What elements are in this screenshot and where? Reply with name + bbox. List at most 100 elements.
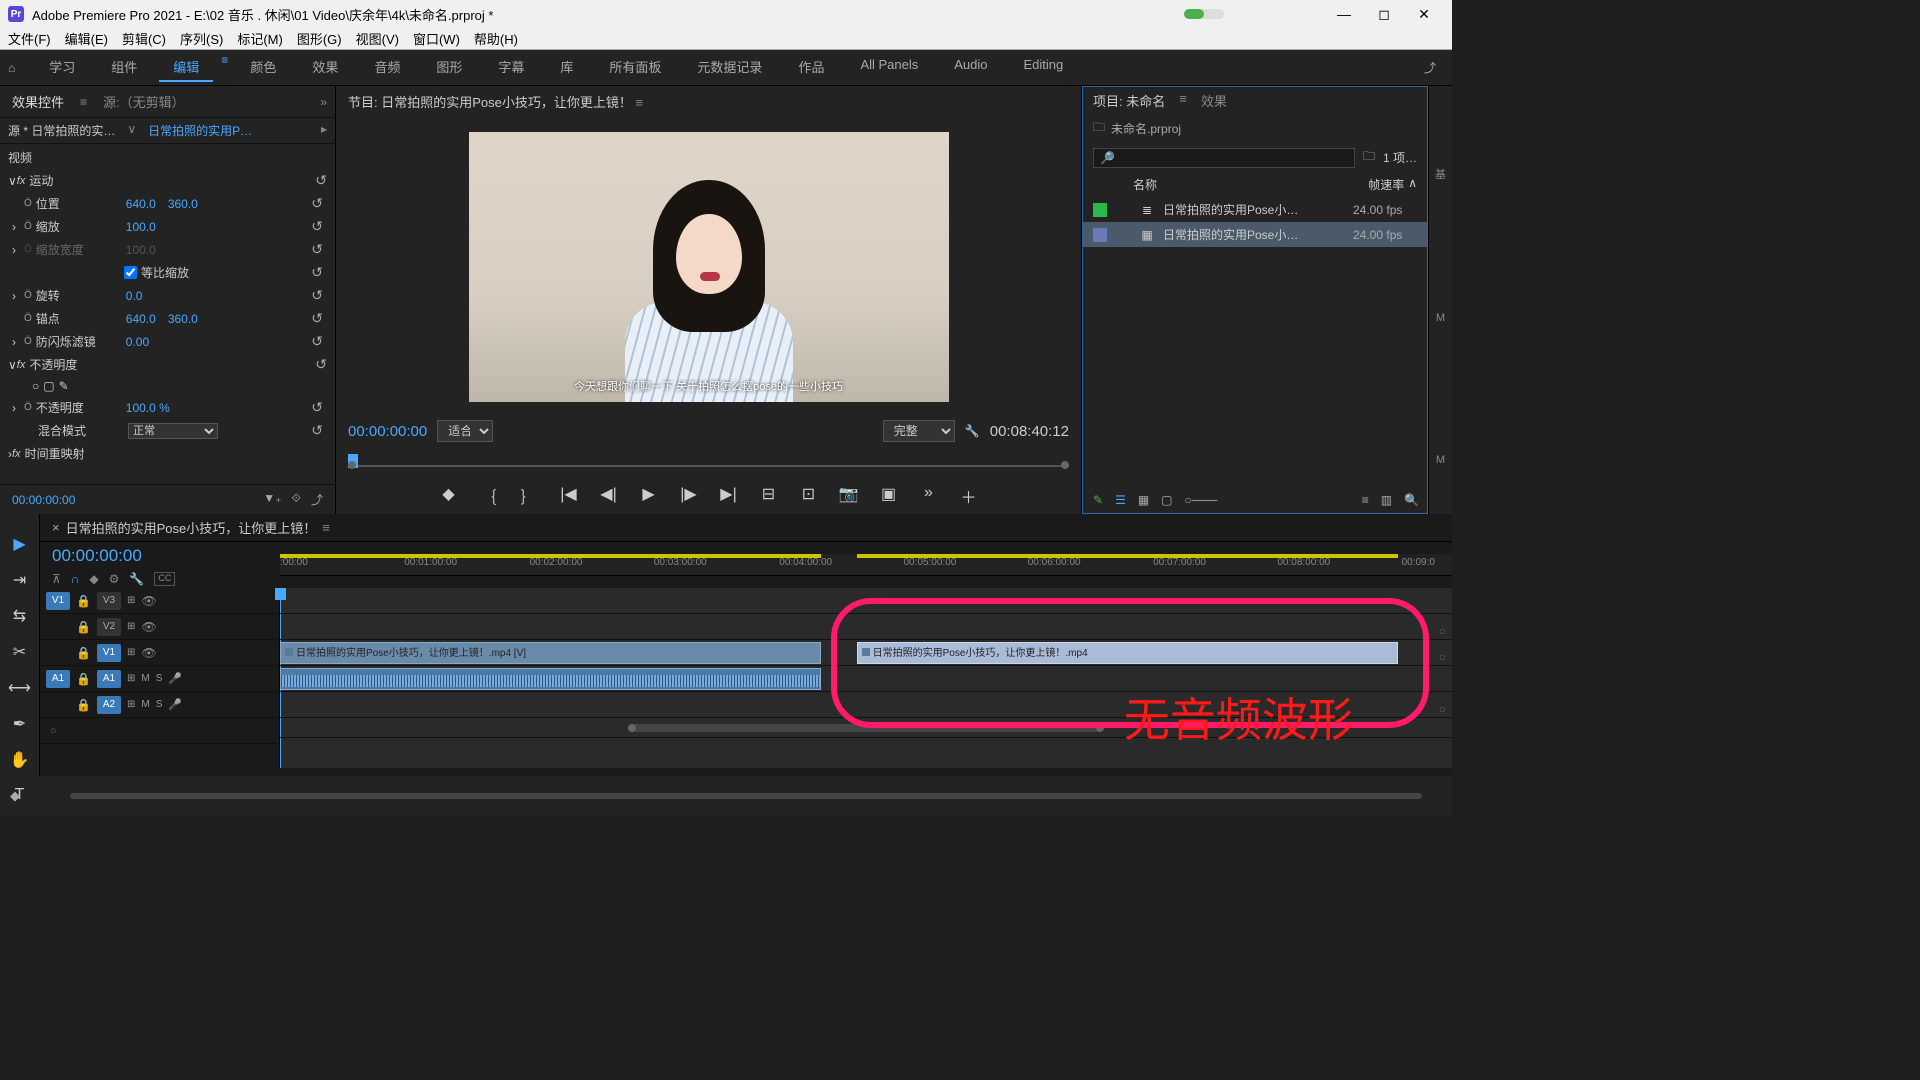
opacity-section[interactable]: 不透明度 <box>29 356 77 373</box>
src-patch-a1[interactable]: A1 <box>46 670 70 688</box>
sort-icon[interactable]: ≡ <box>1362 493 1369 507</box>
opacity-value[interactable]: 100.0 % <box>126 401 170 415</box>
ellipse-mask-icon[interactable]: ○ <box>32 379 39 393</box>
export-icon[interactable]: ⤴ <box>1424 59 1436 76</box>
filter-icon[interactable]: ▼₊ <box>263 491 281 508</box>
reset-icon[interactable]: ↺ <box>311 195 323 212</box>
reset-icon[interactable]: ↺ <box>311 333 323 350</box>
selection-tool-icon[interactable]: ▶ <box>13 534 25 554</box>
settings-icon[interactable]: ⚙ <box>109 572 120 586</box>
lock-icon[interactable]: 🔒 <box>76 672 91 686</box>
reset-icon[interactable]: ↺ <box>311 264 323 281</box>
snap-icon[interactable]: ⊼ <box>52 572 61 586</box>
workspace-captions[interactable]: 字幕 <box>484 53 538 82</box>
maximize-button[interactable]: ◻ <box>1364 6 1404 23</box>
sync-lock-icon[interactable]: ⊞ <box>127 595 135 606</box>
list-view-icon[interactable]: ☰ <box>1115 493 1126 507</box>
col-fps[interactable]: 帧速率 <box>1368 176 1404 193</box>
timeline-timecode[interactable]: 00:00:00:00 <box>40 542 280 570</box>
menu-graphics[interactable]: 图形(G) <box>297 29 342 48</box>
panel-menu-icon[interactable]: ≡ <box>1179 91 1187 110</box>
overflow-icon[interactable]: » <box>320 95 327 109</box>
lock-icon[interactable]: 🔒 <box>76 698 91 712</box>
ec-timecode[interactable]: 00:00:00:00 <box>12 493 75 507</box>
workspace-audio[interactable]: 音频 <box>360 53 414 82</box>
find-icon[interactable]: 🔍 <box>1404 493 1419 507</box>
audio-clip-1[interactable] <box>280 668 821 690</box>
markers-tab-1[interactable]: M <box>1436 312 1445 324</box>
panel-menu-icon[interactable]: ≡ <box>80 95 87 109</box>
mark-in-icon[interactable]: ｛ <box>477 484 501 508</box>
reset-icon[interactable]: ↺ <box>311 422 323 439</box>
position-x[interactable]: 640.0 <box>126 197 156 211</box>
menu-help[interactable]: 帮助(H) <box>474 29 518 48</box>
lock-icon[interactable]: 🔒 <box>76 620 91 634</box>
program-video-frame[interactable]: 今天想跟你们聊一下 关于拍照怎么摆pose的一些小技巧 <box>469 132 949 402</box>
project-item[interactable]: ≣ 日常拍照的实用Pose小… 24.00 fps <box>1083 197 1427 222</box>
close-button[interactable]: ✕ <box>1404 6 1444 23</box>
position-y[interactable]: 360.0 <box>168 197 198 211</box>
tab-source[interactable]: 源:（无剪辑） <box>99 90 189 113</box>
reset-opacity-icon[interactable]: ↺ <box>315 356 327 373</box>
workspace-editing-en[interactable]: Editing <box>1010 53 1078 82</box>
tgt-v1[interactable]: V1 <box>97 644 121 662</box>
slip-tool-icon[interactable]: ⟷ <box>8 678 31 698</box>
label-swatch[interactable] <box>1093 203 1107 217</box>
eye-icon[interactable]: 👁 <box>141 594 156 608</box>
new-bin-icon[interactable]: 🗀 <box>1363 147 1375 168</box>
export-frame-icon[interactable]: 📷 <box>837 484 861 508</box>
rect-mask-icon[interactable]: ▢ <box>43 379 54 393</box>
mark-out-icon[interactable]: ｝ <box>517 484 541 508</box>
tab-effect-controls[interactable]: 效果控件 <box>8 90 68 113</box>
menu-file[interactable]: 文件(F) <box>8 29 51 48</box>
workspace-production[interactable]: 作品 <box>784 53 838 82</box>
share-icon[interactable]: ⤴ <box>311 491 323 508</box>
rotation-value[interactable]: 0.0 <box>126 289 143 303</box>
tgt-v2[interactable]: V2 <box>97 618 121 636</box>
icon-view-icon[interactable]: ▦ <box>1138 493 1149 507</box>
project-item[interactable]: ▦ 日常拍照的实用Pose小… 24.00 fps <box>1083 222 1427 247</box>
panel-menu-icon[interactable]: ≡ <box>635 95 643 110</box>
workspace-all-panels-en[interactable]: All Panels <box>846 53 932 82</box>
program-scrubber[interactable] <box>348 450 1069 474</box>
uniform-scale-checkbox[interactable] <box>124 266 137 279</box>
step-back-icon[interactable]: ◀| <box>597 484 621 508</box>
scale-value[interactable]: 100.0 <box>126 220 156 234</box>
lock-icon[interactable]: 🔒 <box>76 594 91 608</box>
reset-motion-icon[interactable]: ↺ <box>315 172 327 189</box>
button-editor-icon[interactable]: ＋ <box>957 484 981 508</box>
menu-view[interactable]: 视图(V) <box>356 29 399 48</box>
freeform-view-icon[interactable]: ▢ <box>1161 493 1172 507</box>
wrench-icon[interactable]: 🔧 <box>965 424 980 438</box>
workspace-all-panels[interactable]: 所有面板 <box>595 53 675 82</box>
sync-lock-icon[interactable]: ⊞ <box>127 673 135 684</box>
workspace-metadata[interactable]: 元数据记录 <box>683 53 776 82</box>
home-icon[interactable]: ⌂ <box>8 61 15 75</box>
mic-icon[interactable]: 🎤 <box>168 672 182 685</box>
time-remap-section[interactable]: 时间重映射 <box>25 445 85 462</box>
src-patch-v1[interactable]: V1 <box>46 592 70 610</box>
reset-icon[interactable]: ↺ <box>311 399 323 416</box>
timeline-zoom-scrollbar[interactable] <box>632 724 1101 732</box>
flicker-value[interactable]: 0.00 <box>126 335 149 349</box>
reset-icon[interactable]: ↺ <box>311 218 323 235</box>
label-swatch[interactable] <box>1093 228 1107 242</box>
sync-lock-icon[interactable]: ⊞ <box>127 699 135 710</box>
extract-icon[interactable]: ⊡ <box>797 484 821 508</box>
ripple-tool-icon[interactable]: ⇆ <box>13 606 26 626</box>
solo-icon[interactable]: S <box>156 699 163 710</box>
solo-icon[interactable]: S <box>156 673 163 684</box>
hand-tool-icon[interactable]: ✋ <box>10 750 30 770</box>
mute-icon[interactable]: M <box>141 673 149 684</box>
menubar[interactable]: 文件(F) 编辑(E) 剪辑(C) 序列(S) 标记(M) 图形(G) 视图(V… <box>0 28 1452 50</box>
workspace-assembly[interactable]: 组件 <box>97 53 151 82</box>
workspace-graphics[interactable]: 图形 <box>422 53 476 82</box>
anchor-x[interactable]: 640.0 <box>126 312 156 326</box>
zoom-slider[interactable]: ○─── <box>1185 493 1218 507</box>
program-timecode-left[interactable]: 00:00:00:00 <box>348 423 427 440</box>
resolution-select[interactable]: 完整 <box>883 420 955 442</box>
menu-window[interactable]: 窗口(W) <box>413 29 460 48</box>
reset-icon[interactable]: ↺ <box>311 287 323 304</box>
lock-icon[interactable]: 🔒 <box>76 646 91 660</box>
lift-icon[interactable]: ⊟ <box>757 484 781 508</box>
